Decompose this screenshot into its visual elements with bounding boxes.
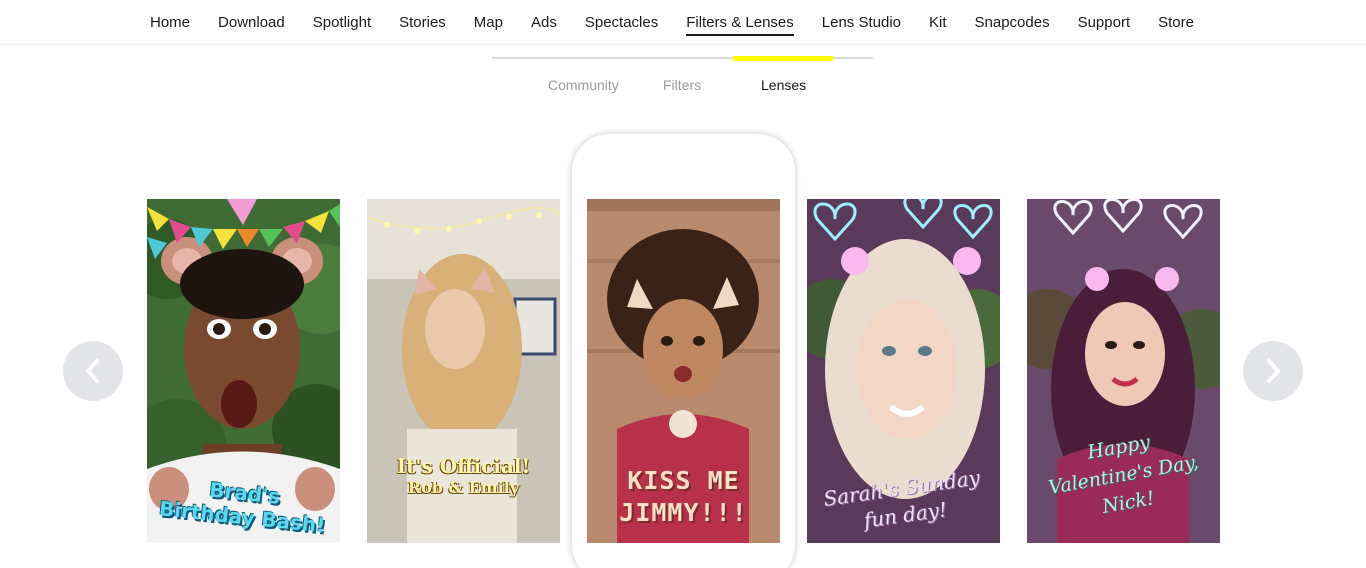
lens-card-sunday[interactable]: Sarah's Sunday fun day! <box>807 199 1000 543</box>
nav-item-kit[interactable]: Kit <box>929 13 947 36</box>
chevron-left-icon <box>86 359 99 383</box>
nav-item-store[interactable]: Store <box>1158 13 1194 36</box>
tab-filters[interactable]: Filters <box>663 77 701 93</box>
subtabs-active-indicator <box>733 56 833 61</box>
lens-card-wedding[interactable]: It's Official! Rob & Emily <box>367 199 560 543</box>
main-nav: Home Download Spotlight Stories Map Ads … <box>0 0 1366 45</box>
carousel-prev-button[interactable] <box>63 341 123 401</box>
nav-item-spectacles[interactable]: Spectacles <box>585 13 658 36</box>
lens-card-kiss-me[interactable]: KISS ME JIMMY!!! <box>587 199 780 543</box>
lens-caption: It's Official! Rob & Emily <box>396 454 531 497</box>
nav-item-ads[interactable]: Ads <box>531 13 557 36</box>
nav-item-filters-lenses[interactable]: Filters & Lenses <box>686 13 794 36</box>
tab-community[interactable]: Community <box>548 77 619 93</box>
nav-item-lens-studio[interactable]: Lens Studio <box>822 13 901 36</box>
nav-item-stories[interactable]: Stories <box>399 13 446 36</box>
carousel-next-button[interactable] <box>1243 341 1303 401</box>
chevron-right-icon <box>1267 359 1280 383</box>
nav-item-spotlight[interactable]: Spotlight <box>313 13 371 36</box>
nav-item-map[interactable]: Map <box>474 13 503 36</box>
lens-card-valentine[interactable]: Happy Valentine's Day, Nick! <box>1027 199 1220 543</box>
tab-lenses[interactable]: Lenses <box>761 77 806 93</box>
nav-item-download[interactable]: Download <box>218 13 285 36</box>
nav-item-support[interactable]: Support <box>1078 13 1131 36</box>
lens-caption: KISS ME JIMMY!!! <box>619 466 748 527</box>
nav-item-snapcodes[interactable]: Snapcodes <box>975 13 1050 36</box>
nav-item-home[interactable]: Home <box>150 13 190 36</box>
lens-card-birthday[interactable]: Brad's Birthday Bash! <box>147 199 340 543</box>
